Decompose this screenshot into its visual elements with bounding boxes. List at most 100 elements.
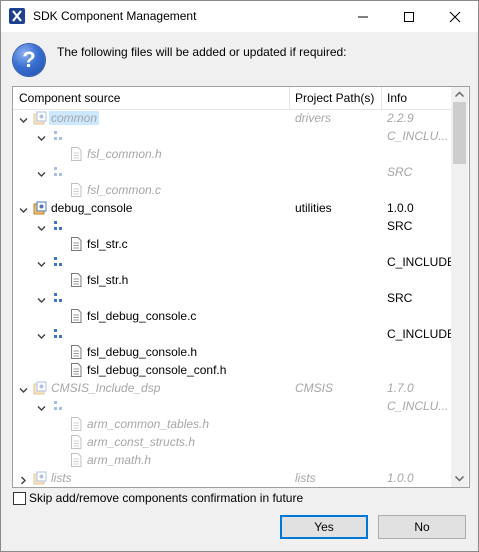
chevron-down-icon[interactable] bbox=[37, 402, 46, 411]
chevron-down-icon[interactable] bbox=[37, 294, 46, 303]
component-row[interactable]: CMSIS_Include_dsp CMSIS 1.7.0 bbox=[13, 379, 451, 397]
file-icon bbox=[69, 363, 83, 377]
component-icon bbox=[33, 201, 47, 215]
component-row[interactable]: debug_console utilities 1.0.0 bbox=[13, 199, 451, 217]
chevron-down-icon[interactable] bbox=[19, 384, 28, 393]
dialog-message: The following files will be added or upd… bbox=[57, 45, 347, 59]
file-row[interactable]: fsl_str.c bbox=[13, 235, 451, 253]
row-label: CMSIS_Include_dsp bbox=[51, 381, 161, 395]
scroll-thumb[interactable] bbox=[453, 102, 466, 164]
title-bar: SDK Component Management bbox=[1, 1, 478, 32]
file-group-icon bbox=[51, 327, 65, 341]
chevron-down-icon[interactable] bbox=[37, 132, 46, 141]
row-info: SRC bbox=[387, 219, 413, 233]
chevron-down-icon[interactable] bbox=[37, 330, 46, 339]
app-icon bbox=[9, 8, 25, 24]
file-row[interactable]: arm_math.h bbox=[13, 451, 451, 469]
file-icon bbox=[69, 309, 83, 323]
row-project-path: utilities bbox=[295, 201, 332, 215]
column-component-source[interactable]: Component source bbox=[19, 91, 120, 105]
row-label: fsl_str.c bbox=[87, 237, 128, 251]
file-group-icon bbox=[51, 291, 65, 305]
component-icon bbox=[33, 111, 47, 125]
skip-confirmation-option[interactable]: Skip add/remove components confirmation … bbox=[13, 491, 333, 507]
component-icon bbox=[33, 381, 47, 395]
file-group-icon bbox=[51, 219, 65, 233]
scroll-down-button[interactable] bbox=[451, 472, 468, 487]
row-info: SRC bbox=[387, 165, 413, 179]
row-label: fsl_str.h bbox=[87, 273, 129, 287]
close-button[interactable] bbox=[432, 1, 478, 32]
tree-scrollbar[interactable] bbox=[451, 87, 468, 487]
file-group-icon bbox=[51, 129, 65, 143]
component-icon bbox=[33, 471, 47, 485]
file-row[interactable]: arm_common_tables.h bbox=[13, 415, 451, 433]
file-row[interactable]: fsl_debug_console.h bbox=[13, 343, 451, 361]
row-label: arm_const_structs.h bbox=[87, 435, 196, 449]
row-label: fsl_common.c bbox=[87, 183, 162, 197]
group-row[interactable]: C_INCLU... bbox=[13, 127, 451, 145]
row-info: 1.0.0 bbox=[387, 201, 414, 215]
file-row[interactable]: fsl_common.c bbox=[13, 181, 451, 199]
file-icon bbox=[69, 345, 83, 359]
chevron-down-icon[interactable] bbox=[37, 222, 46, 231]
sdk-component-dialog: SDK Component Management ? The following… bbox=[0, 0, 479, 552]
component-row[interactable]: common drivers 2.2.9 bbox=[13, 109, 451, 127]
row-label: lists bbox=[51, 471, 72, 485]
file-row[interactable]: arm_const_structs.h bbox=[13, 433, 451, 451]
row-info: SRC bbox=[387, 291, 413, 305]
file-row[interactable]: fsl_common.h bbox=[13, 145, 451, 163]
row-info: C_INCLUDE bbox=[387, 327, 451, 341]
column-separator[interactable] bbox=[381, 87, 382, 109]
row-info: 2.2.9 bbox=[387, 111, 414, 125]
chevron-right-icon[interactable] bbox=[19, 474, 28, 485]
group-row[interactable]: SRC bbox=[13, 289, 451, 307]
group-row[interactable]: SRC bbox=[13, 217, 451, 235]
chevron-down-icon[interactable] bbox=[19, 114, 28, 123]
tree-rows: common drivers 2.2.9 C_INCLU... fsl_common.h… bbox=[13, 109, 451, 487]
group-row[interactable]: SRC bbox=[13, 163, 451, 181]
tree-column-header: Component source Project Path(s) Info bbox=[13, 87, 451, 110]
window-title: SDK Component Management bbox=[33, 9, 197, 23]
group-row[interactable]: C_INCLUDE bbox=[13, 253, 451, 271]
row-info: C_INCLU... bbox=[387, 399, 449, 413]
file-icon bbox=[69, 147, 83, 161]
file-icon bbox=[69, 453, 83, 467]
maximize-button[interactable] bbox=[386, 1, 432, 32]
close-icon bbox=[449, 11, 461, 23]
group-row[interactable]: C_INCLUDE bbox=[13, 325, 451, 343]
chevron-down-icon[interactable] bbox=[19, 204, 28, 213]
file-row[interactable]: fsl_str.h bbox=[13, 271, 451, 289]
file-row[interactable]: fsl_debug_console_conf.h bbox=[13, 361, 451, 379]
chevron-down-icon[interactable] bbox=[37, 168, 46, 177]
row-project-path: lists bbox=[295, 471, 316, 485]
group-row[interactable]: C_INCLU... bbox=[13, 397, 451, 415]
row-info: C_INCLUDE bbox=[387, 255, 451, 269]
question-icon: ? bbox=[13, 44, 45, 76]
scroll-up-button[interactable] bbox=[451, 87, 468, 102]
column-info[interactable]: Info bbox=[387, 91, 407, 105]
maximize-icon bbox=[404, 12, 414, 22]
file-group-icon bbox=[51, 399, 65, 413]
file-icon bbox=[69, 237, 83, 251]
file-row[interactable]: fsl_debug_console.c bbox=[13, 307, 451, 325]
chevron-up-icon bbox=[455, 91, 464, 97]
row-label: common bbox=[49, 111, 100, 125]
component-row[interactable]: lists lists 1.0.0 bbox=[13, 469, 451, 487]
row-project-path: CMSIS bbox=[295, 381, 334, 395]
file-icon bbox=[69, 273, 83, 287]
row-project-path: drivers bbox=[295, 111, 332, 125]
column-project-paths[interactable]: Project Path(s) bbox=[295, 91, 374, 105]
skip-confirmation-label[interactable]: Skip add/remove components confirmation … bbox=[29, 491, 303, 505]
row-info: 1.7.0 bbox=[387, 381, 414, 395]
components-tree[interactable]: Component source Project Path(s) Info co… bbox=[12, 86, 470, 488]
skip-confirmation-checkbox[interactable] bbox=[13, 492, 26, 505]
minimize-button[interactable] bbox=[340, 1, 386, 32]
chevron-down-icon bbox=[455, 476, 464, 482]
row-label: fsl_debug_console.h bbox=[87, 345, 198, 359]
no-button[interactable]: No bbox=[378, 515, 466, 539]
yes-button[interactable]: Yes bbox=[280, 515, 368, 539]
column-separator[interactable] bbox=[289, 87, 290, 109]
minimize-icon bbox=[358, 16, 368, 18]
chevron-down-icon[interactable] bbox=[37, 258, 46, 267]
